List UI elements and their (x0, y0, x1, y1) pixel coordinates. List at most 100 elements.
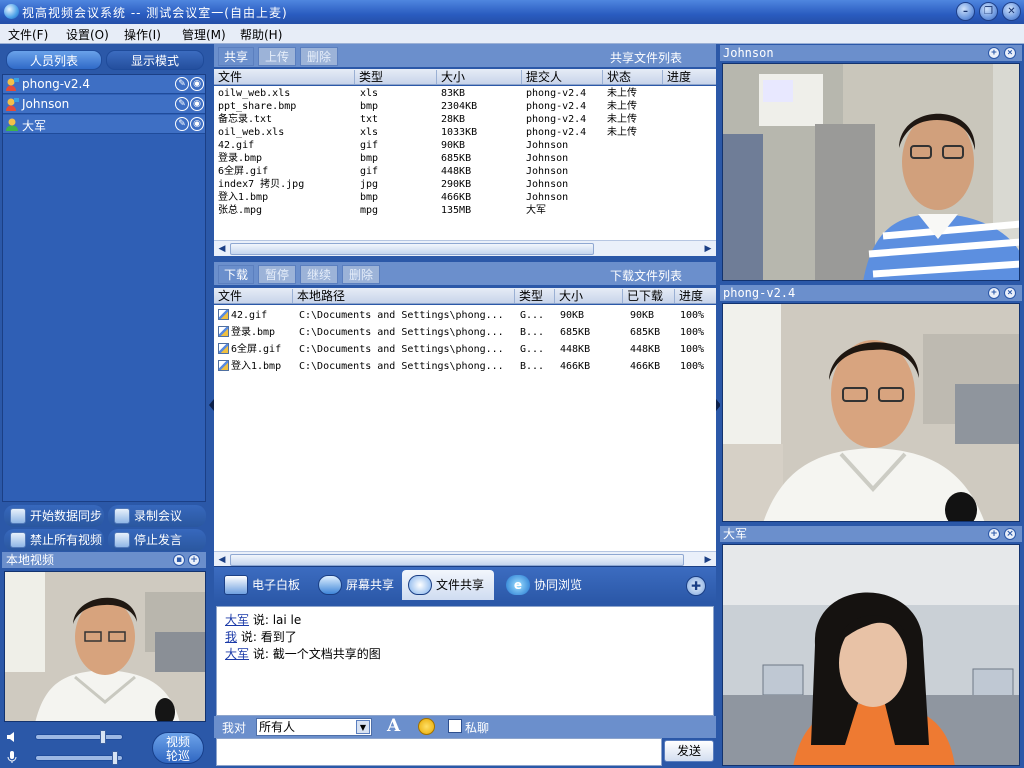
col-file[interactable]: 文件 (214, 70, 242, 84)
chat-sender-link[interactable]: 大军 (225, 647, 249, 661)
minimize-button[interactable]: – (956, 2, 975, 21)
cell-progress: 100% (680, 361, 705, 372)
volume-slider[interactable] (35, 730, 123, 744)
menu-manage[interactable]: 管理(M) (182, 26, 226, 43)
record-meeting-button[interactable]: 录制会议 (108, 505, 206, 527)
chevron-down-icon[interactable]: ▼ (356, 720, 370, 734)
chat-recipient-select[interactable]: 所有人 ▼ (256, 718, 372, 736)
col-type[interactable]: 类型 (354, 70, 383, 84)
table-row[interactable]: 登入1.bmp bmp 466KB Johnson (214, 191, 716, 204)
expand-icon[interactable]: + (988, 287, 1000, 299)
expand-icon[interactable]: + (988, 528, 1000, 540)
col-progress[interactable]: 进度 (662, 70, 691, 84)
download-button[interactable]: 下载 (218, 265, 254, 284)
ban-all-video-button[interactable]: 禁止所有视频 (4, 529, 104, 551)
scroll-left-icon[interactable]: ◀ (216, 243, 228, 255)
tab-screen-share[interactable]: 屏幕共享 (312, 570, 394, 600)
start-data-sync-button[interactable]: 开始数据同步 (4, 505, 104, 527)
whiteboard-icon (224, 575, 248, 595)
table-row[interactable]: 6全屏.gif C:\Documents and Settings\phong..… (214, 341, 716, 358)
tab-file-share[interactable]: 文件共享 (402, 570, 494, 600)
table-row[interactable]: 登录.bmp C:\Documents and Settings\phong...… (214, 324, 716, 341)
message-input[interactable] (216, 738, 662, 766)
scroll-right-icon[interactable]: ▶ (702, 554, 714, 566)
mic-slider[interactable] (35, 751, 123, 765)
menu-settings[interactable]: 设置(O) (66, 26, 109, 43)
more-tools-icon[interactable]: ✚ (686, 576, 706, 596)
camera-icon[interactable]: ◉ (190, 77, 204, 91)
camera-icon[interactable]: ◉ (190, 97, 204, 111)
col-local-path[interactable]: 本地路径 (292, 289, 345, 303)
emoticon-icon[interactable] (418, 718, 435, 735)
private-chat-checkbox[interactable] (448, 719, 462, 733)
delete-download-button[interactable]: 删除 (342, 265, 380, 284)
font-icon[interactable]: A (387, 716, 400, 736)
stop-speaking-button[interactable]: 停止发言 (108, 529, 206, 551)
col-file[interactable]: 文件 (214, 289, 242, 303)
table-row[interactable]: ppt_share.bmp bmp 2304KB phong-v2.4 未上传 (214, 100, 716, 113)
table-row[interactable]: index7 拷贝.jpg jpg 290KB Johnson (214, 178, 716, 191)
col-downloaded[interactable]: 已下载 (622, 289, 663, 303)
video-rotate-button[interactable]: 视频 轮巡 (152, 732, 204, 764)
expand-icon[interactable]: + (988, 47, 1000, 59)
table-row[interactable]: 6全屏.gif gif 448KB Johnson (214, 165, 716, 178)
tab-display-mode[interactable]: 显示模式 (106, 50, 204, 70)
tab-co-browse[interactable]: e 协同浏览 (500, 570, 582, 600)
scroll-right-icon[interactable]: ▶ (702, 243, 714, 255)
resume-button[interactable]: 继续 (300, 265, 338, 284)
minimize-icon[interactable]: ▪ (173, 554, 185, 566)
col-progress[interactable]: 进度 (674, 289, 703, 303)
table-row[interactable]: 张总.mpg mpg 135MB 大军 (214, 204, 716, 217)
table-row[interactable]: oil_web.xls xls 1033KB phong-v2.4 未上传 (214, 126, 716, 139)
col-size[interactable]: 大小 (554, 289, 583, 303)
expand-icon[interactable]: + (188, 554, 200, 566)
close-icon[interactable]: × (1004, 528, 1016, 540)
list-item-phong[interactable]: phong-v2.4 ✎ ◉ (3, 75, 205, 94)
menu-operation[interactable]: 操作(I) (124, 26, 161, 43)
upload-button[interactable]: 上传 (258, 47, 296, 66)
scroll-left-icon[interactable]: ◀ (216, 554, 228, 566)
cell-type: B... (520, 327, 545, 338)
tab-people-list[interactable]: 人员列表 (6, 50, 102, 70)
volume-slider-thumb[interactable] (100, 730, 106, 744)
microphone-icon[interactable]: ✎ (175, 117, 189, 131)
mic-slider-thumb[interactable] (112, 751, 118, 765)
tab-whiteboard[interactable]: 电子白板 (218, 570, 300, 600)
pause-button[interactable]: 暂停 (258, 265, 296, 284)
download-hscrollbar[interactable]: ◀ ▶ (214, 551, 716, 567)
share-hscrollbar[interactable]: ◀ ▶ (214, 240, 716, 256)
col-submitter[interactable]: 提交人 (521, 70, 562, 84)
send-button[interactable]: 发送 (664, 740, 714, 762)
share-button[interactable]: 共享 (218, 47, 254, 66)
table-row[interactable]: oilw_web.xls xls 83KB phong-v2.4 未上传 (214, 87, 716, 100)
cell-type: xls (360, 88, 379, 99)
menu-help[interactable]: 帮助(H) (240, 26, 282, 43)
chat-sender-link[interactable]: 我 (225, 630, 237, 644)
scroll-thumb[interactable] (230, 554, 684, 566)
col-status[interactable]: 状态 (602, 70, 631, 84)
col-size[interactable]: 大小 (436, 70, 465, 84)
chat-sender-link[interactable]: 大军 (225, 613, 249, 627)
list-item-johnson[interactable]: Johnson ✎ ◉ (3, 95, 205, 114)
close-button[interactable]: ✕ (1002, 2, 1021, 21)
close-icon[interactable]: × (1004, 287, 1016, 299)
microphone-icon[interactable]: ✎ (175, 97, 189, 111)
table-row[interactable]: 备忘录.txt txt 28KB phong-v2.4 未上传 (214, 113, 716, 126)
microphone-icon[interactable]: ✎ (175, 77, 189, 91)
close-icon[interactable]: × (1004, 47, 1016, 59)
cell-file: 42.gif (231, 310, 268, 321)
scroll-thumb[interactable] (230, 243, 594, 255)
camera-icon[interactable]: ◉ (190, 117, 204, 131)
list-item-dajun[interactable]: 大军 ✎ ◉ (3, 115, 205, 134)
delete-share-button[interactable]: 删除 (300, 47, 338, 66)
speaker-icon[interactable] (5, 730, 19, 744)
microphone-icon[interactable] (5, 750, 19, 764)
cell-path: C:\Documents and Settings\phong... (299, 361, 504, 372)
restore-button[interactable]: ❐ (979, 2, 998, 21)
table-row[interactable]: 42.gif gif 90KB Johnson (214, 139, 716, 152)
table-row[interactable]: 42.gif C:\Documents and Settings\phong...… (214, 307, 716, 324)
table-row[interactable]: 登录.bmp bmp 685KB Johnson (214, 152, 716, 165)
table-row[interactable]: 登入1.bmp C:\Documents and Settings\phong..… (214, 358, 716, 375)
menu-file[interactable]: 文件(F) (8, 26, 48, 43)
col-type[interactable]: 类型 (514, 289, 543, 303)
